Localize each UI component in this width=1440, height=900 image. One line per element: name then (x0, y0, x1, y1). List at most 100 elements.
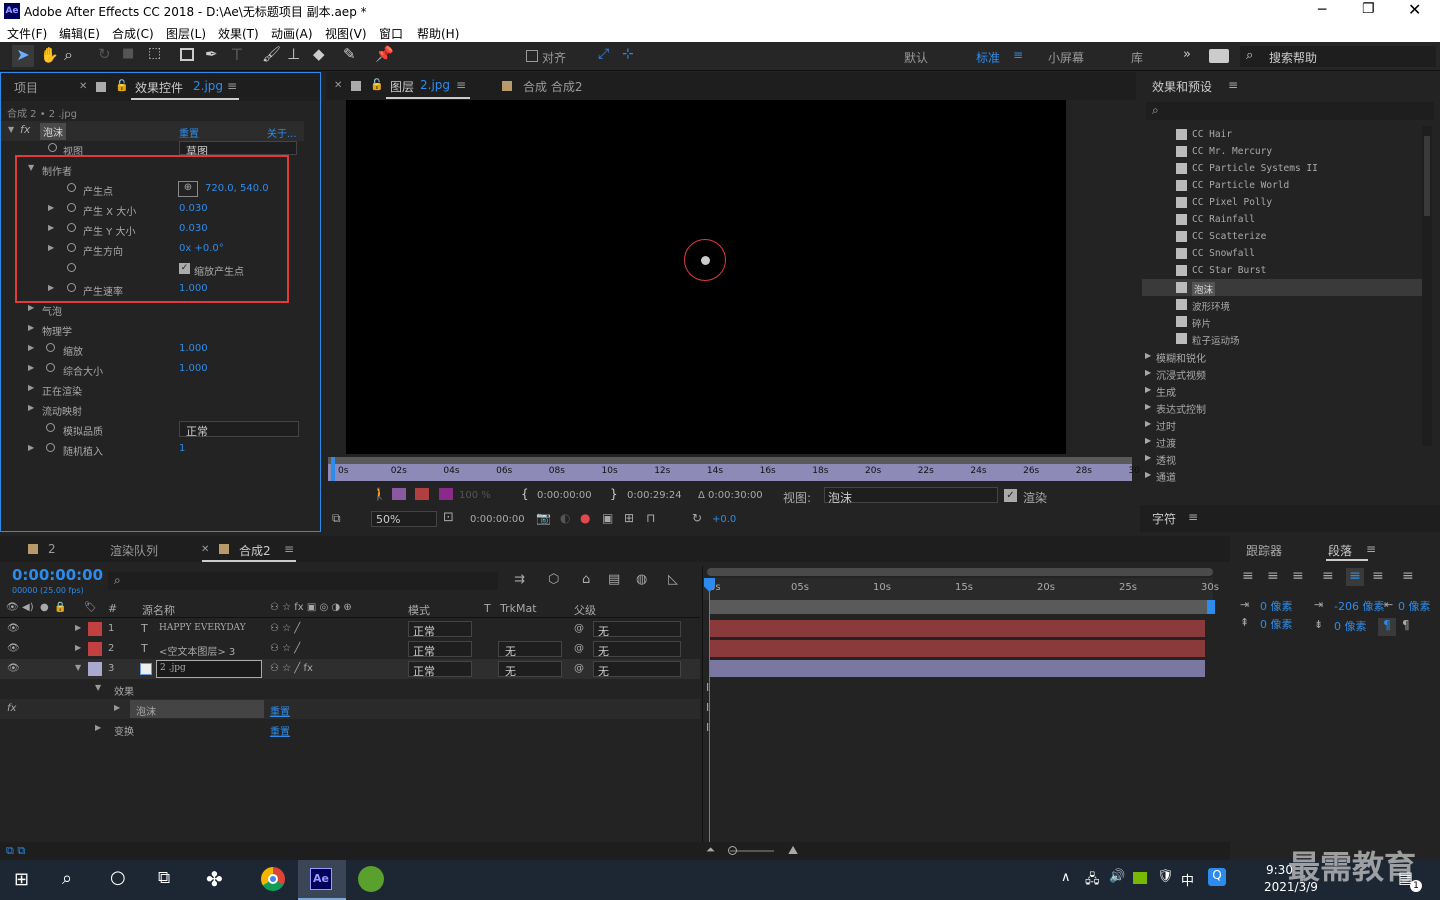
expand-icon[interactable]: ▶ (1145, 402, 1151, 411)
layer-trkmat-dropdown[interactable]: 无 (498, 661, 562, 678)
menu-edit[interactable]: 编辑(E) (59, 25, 100, 42)
watermelon-app-icon[interactable] (358, 866, 384, 892)
expand-icon[interactable]: ▶ (48, 223, 54, 232)
work-area-end-icon[interactable] (1207, 600, 1215, 614)
param-value[interactable]: 1 (179, 443, 185, 454)
effect-reset-button[interactable]: 重置 (179, 125, 199, 140)
tab-close-icon[interactable]: ✕ (334, 80, 342, 91)
ime-indicator[interactable]: 中 (1181, 870, 1194, 889)
toggle-switches-icon[interactable]: ⧉ ⧉ (6, 844, 25, 858)
eye-icon[interactable]: 👁 (7, 623, 20, 634)
align-right-icon[interactable]: ≡ (1292, 568, 1304, 584)
playhead-icon[interactable] (331, 457, 335, 481)
region-icon[interactable]: ▣ (602, 511, 613, 525)
expand-icon[interactable]: ▶ (28, 383, 34, 392)
effect-preset-item[interactable]: 碎片 (1142, 313, 1422, 330)
parent-pick-whip-icon[interactable]: @ (574, 643, 584, 654)
stopwatch-icon[interactable] (67, 183, 76, 192)
rtl-direction-icon[interactable]: ¶ (1402, 618, 1410, 632)
layer-label-color[interactable] (88, 622, 102, 636)
stopwatch-icon[interactable] (46, 423, 55, 432)
tab-close-icon[interactable]: ✕ (79, 81, 87, 92)
layer-mode-dropdown[interactable]: 正常 (408, 661, 472, 678)
tab-comp-2[interactable]: 2 (48, 542, 56, 556)
stopwatch-icon[interactable] (48, 143, 57, 152)
param-value[interactable]: 0.030 (179, 223, 208, 234)
ltr-direction-icon[interactable]: ¶ (1378, 618, 1396, 636)
layer-row-3[interactable]: 👁 ▼ 3 2 .jpg ⚇ ☆ ╱ fx 正常 无 @ 无 (0, 659, 700, 679)
expand-icon[interactable]: ▶ (1145, 419, 1151, 428)
align-left-icon[interactable]: ≡ (1242, 568, 1254, 584)
tab-close-icon[interactable]: ✕ (201, 544, 209, 555)
extract-icon[interactable] (415, 488, 429, 500)
layer-row-2[interactable]: 👁 ▶ 2 T <空文本图层> 3 ⚇ ☆ ╱ 正常 无 @ 无 (0, 639, 700, 659)
layer-bar-2[interactable] (709, 640, 1205, 657)
effect-category-item[interactable]: ▶ 过时 (1142, 415, 1422, 433)
render-checkbox[interactable]: ✓ (1004, 489, 1017, 502)
pan-behind-tool-icon[interactable]: ⬚ (148, 45, 161, 61)
justify-right-icon[interactable]: ≡ (1372, 568, 1384, 584)
selection-tool-icon[interactable]: ➤ (12, 45, 34, 67)
nvidia-icon[interactable] (1133, 872, 1147, 884)
security-icon[interactable]: 🛡 (1157, 869, 1174, 884)
param-value[interactable]: 1.000 (179, 343, 208, 354)
layer-parent-dropdown[interactable]: 无 (593, 661, 681, 678)
keyboard-icon[interactable] (1209, 49, 1229, 63)
channel-icon[interactable]: ● (580, 511, 590, 525)
layer-name[interactable]: HAPPY EVERYDAY (159, 623, 246, 633)
layer-name[interactable]: 2 .jpg (160, 663, 186, 673)
indent-right-value[interactable]: 0 像素 (1398, 598, 1431, 614)
layer-bar-1[interactable] (709, 620, 1205, 637)
time-ruler[interactable]: 0s 05s 10s 15s 20s 25s 30s (703, 578, 1219, 600)
viewer-canvas[interactable] (346, 100, 1066, 454)
effect-category-item[interactable]: ▶ 沉浸式视频 (1142, 364, 1422, 382)
param-value[interactable]: 720.0, 540.0 (205, 183, 269, 194)
lock-icon[interactable]: 🔓 (370, 78, 384, 91)
effect-preset-item[interactable]: CC Scatterize (1142, 228, 1422, 245)
expand-icon[interactable]: ▶ (1145, 368, 1151, 377)
param-value[interactable]: 0x +0.0° (179, 243, 224, 254)
tab-composition[interactable]: 合成 合成2 (523, 78, 582, 95)
lock-icon[interactable]: 🔓 (115, 79, 129, 92)
text-tool-icon[interactable]: T (232, 45, 242, 64)
effect-reset-link[interactable]: 重置 (270, 703, 290, 718)
camera-tool-icon[interactable]: ■ (122, 46, 134, 61)
search-icon[interactable]: ⌕ (62, 868, 72, 889)
effect-preset-item[interactable]: CC Rainfall (1142, 211, 1422, 228)
rotate-tool-icon[interactable]: ↻ (98, 45, 111, 63)
panel-menu-icon[interactable]: ≡ (284, 542, 294, 556)
lift-icon[interactable] (392, 488, 406, 500)
effect-preset-item[interactable]: 粒子运动场 (1142, 330, 1422, 347)
tab-effect-controls-file[interactable]: 2.jpg (193, 79, 223, 93)
timeline-track-area[interactable]: 0s 05s 10s 15s 20s 25s 30s I I I (702, 566, 1230, 846)
snap-grid-icon[interactable]: ⊹ (622, 46, 634, 62)
effect-name[interactable]: 泡沫 (40, 123, 66, 140)
effect-category-item[interactable]: ▶ 透视 (1142, 449, 1422, 467)
quality-dropdown[interactable]: 正常 (179, 421, 299, 438)
pinwheel-app-icon[interactable]: ✤ (206, 867, 223, 891)
expand-icon[interactable]: ▶ (1145, 436, 1151, 445)
parent-pick-whip-icon[interactable]: @ (574, 663, 584, 674)
source-name-header[interactable]: 源名称 (142, 602, 175, 618)
expand-icon[interactable]: ▶ (48, 243, 54, 252)
effect-item-name[interactable]: 泡沫 (136, 703, 156, 718)
tab-layer-file[interactable]: 2.jpg (420, 78, 450, 92)
expand-icon[interactable]: ▶ (28, 403, 34, 412)
effect-preset-item[interactable]: 泡沫 (1142, 279, 1422, 296)
layer-name[interactable]: <空文本图层> 3 (159, 643, 235, 658)
show-snapshot-icon[interactable]: ◐ (560, 511, 570, 525)
current-time[interactable]: 0:00:00:00 (470, 514, 525, 525)
menu-view[interactable]: 视图(V) (325, 25, 367, 42)
after-effects-taskbar-icon[interactable]: Ae (298, 860, 346, 900)
timeline-timecode[interactable]: 0:00:00:00 (12, 566, 103, 584)
magnification-dropdown[interactable]: 50% (371, 511, 437, 527)
collapse-icon[interactable]: ▼ (95, 683, 101, 692)
expand-icon[interactable]: ▶ (95, 723, 101, 732)
expand-icon[interactable]: ▶ (48, 283, 54, 292)
chrome-icon[interactable] (261, 867, 285, 891)
layer-mode-dropdown[interactable]: 正常 (408, 621, 472, 638)
effect-preset-item[interactable]: CC Star Burst (1142, 262, 1422, 279)
effect-preset-item[interactable]: 波形环境 (1142, 296, 1422, 313)
tab-project[interactable]: 项目 (14, 79, 38, 96)
workspace-library[interactable]: 库 (1131, 49, 1143, 66)
